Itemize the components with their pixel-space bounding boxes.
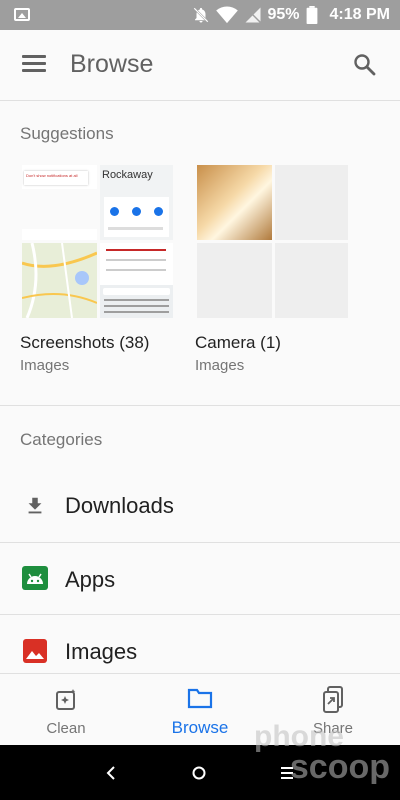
menu-icon[interactable] [22, 55, 46, 73]
gallery-notification-icon [14, 8, 30, 21]
thumbnail-notifications: Don't show notifications at all [22, 165, 97, 240]
screenshots-card[interactable]: Don't show notifications at all Rockaway [20, 163, 175, 319]
divider [0, 405, 400, 406]
nav-clean[interactable]: Clean [16, 674, 116, 746]
categories-heading: Categories [20, 430, 103, 449]
share-icon [323, 686, 343, 713]
category-apps[interactable]: Apps [0, 543, 400, 614]
category-images[interactable]: Images [0, 615, 400, 673]
wifi-icon [215, 6, 238, 24]
image-icon [23, 639, 47, 663]
category-label: Apps [65, 567, 116, 592]
phonescoop-watermark: phone scoop [254, 720, 390, 784]
home-icon[interactable] [191, 765, 207, 781]
nav-label: Clean [46, 720, 86, 737]
thumbnail-map [22, 243, 97, 318]
page-title: Browse [70, 50, 154, 78]
status-icons: 95% 4:18 PM [192, 0, 390, 30]
thumbnail-placeholder [275, 243, 348, 318]
signal-icon [245, 7, 261, 24]
back-icon[interactable] [104, 765, 118, 781]
download-icon [28, 497, 42, 514]
clean-icon [56, 689, 76, 710]
status-bar: 95% 4:18 PM [0, 0, 400, 30]
thumbnail-camera-photo [197, 165, 272, 240]
thumbnail-keyboard [100, 243, 173, 318]
suggestions-heading: Suggestions [20, 124, 114, 143]
screenshots-card-title: Screenshots (38) [20, 333, 150, 352]
category-label: Downloads [65, 493, 174, 518]
notifications-off-icon [192, 7, 209, 23]
screenshots-card-subtitle: Images [20, 357, 70, 374]
nav-label: Browse [171, 718, 229, 737]
camera-card[interactable] [195, 163, 350, 319]
clock: 4:18 PM [329, 6, 390, 23]
folder-icon [187, 688, 213, 709]
battery-percent: 95% [267, 6, 300, 23]
category-downloads[interactable]: Downloads [0, 470, 400, 542]
thumbnail-maps-app: Rockaway [100, 165, 173, 240]
camera-card-subtitle: Images [195, 357, 245, 374]
android-icon [22, 566, 48, 590]
camera-card-title: Camera (1) [195, 333, 281, 352]
thumbnail-placeholder [197, 243, 272, 318]
battery-icon [306, 6, 317, 24]
search-icon[interactable] [352, 52, 376, 76]
thumbnail-placeholder [275, 165, 348, 240]
app-bar: Browse [0, 30, 400, 101]
svg-text:scoop: scoop [290, 748, 390, 784]
nav-browse[interactable]: Browse [150, 674, 250, 746]
category-label: Images [65, 639, 138, 664]
